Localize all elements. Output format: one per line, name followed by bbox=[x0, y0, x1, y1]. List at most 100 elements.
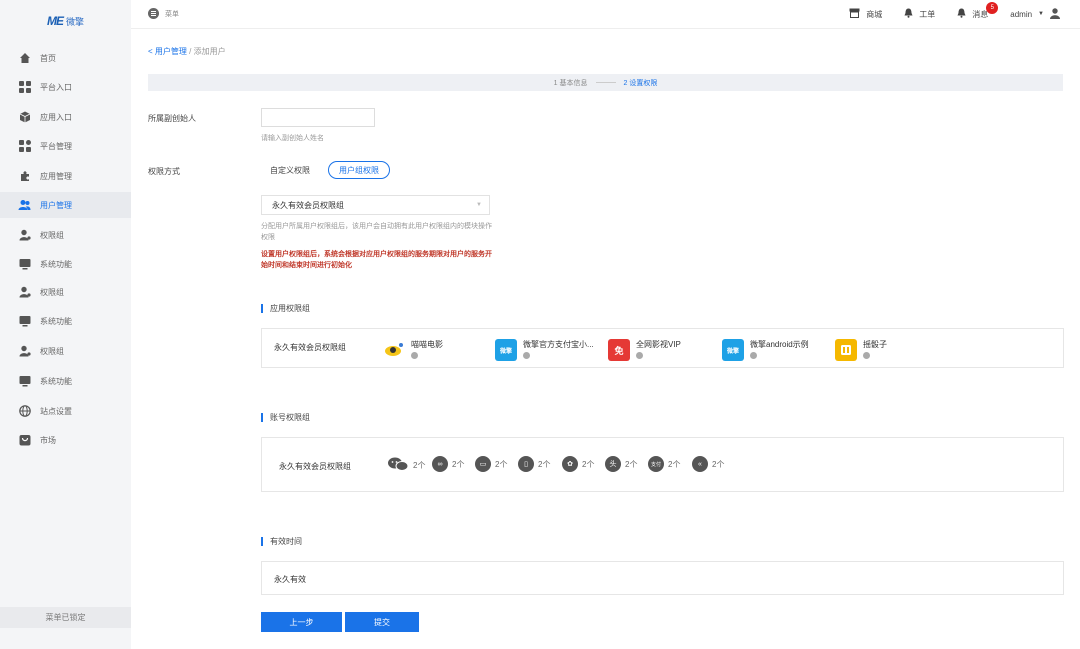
globe-icon bbox=[18, 405, 31, 418]
sidebar-item-label: 系统功能 bbox=[40, 316, 72, 326]
app-item: 微擎 微擎android示例 bbox=[722, 339, 809, 361]
app-icon: ▯ bbox=[518, 456, 534, 472]
sidebar-item-system[interactable]: 系统功能 bbox=[0, 308, 131, 334]
sidebar-item-perm-group[interactable]: 权限组 bbox=[0, 279, 131, 305]
baidu-icon: ✿ bbox=[562, 456, 578, 472]
bell-icon bbox=[957, 8, 966, 20]
account-perm-title: 账号权限组 bbox=[261, 413, 310, 422]
breadcrumb-back[interactable]: < 用户管理 bbox=[148, 47, 187, 56]
chevron-down-icon: ▼ bbox=[1038, 11, 1044, 17]
weiqing-app-icon: 微擎 bbox=[495, 339, 517, 361]
bell-icon bbox=[904, 8, 913, 20]
other-icon: « bbox=[692, 456, 708, 472]
account-count: 2个 bbox=[668, 459, 681, 469]
alipay-icon: 支付 bbox=[648, 456, 664, 472]
perm-mode-label: 权限方式 bbox=[148, 167, 180, 176]
sidebar-item-app-entry[interactable]: 应用入口 bbox=[0, 104, 131, 130]
logo-text: 微擎 bbox=[65, 16, 84, 27]
status-icon bbox=[523, 352, 530, 359]
account-item: ∞ 2个 bbox=[432, 456, 464, 472]
account-count: 2个 bbox=[582, 459, 595, 469]
sidebar-item-label: 站点设置 bbox=[40, 406, 72, 416]
account-item: 支付 2个 bbox=[648, 456, 680, 472]
account-item: ✿ 2个 bbox=[562, 456, 594, 472]
message-count-badge: 5 bbox=[986, 2, 999, 14]
submit-button[interactable]: 提交 bbox=[345, 612, 419, 632]
store-link[interactable]: 商城 bbox=[849, 8, 882, 20]
sidebar-item-label: 用户管理 bbox=[40, 200, 72, 210]
sidebar-item-system[interactable]: 系统功能 bbox=[0, 251, 131, 277]
topbar: 菜单 商城 工单 消息 5 admin ▼ bbox=[131, 0, 1080, 29]
sidebar-item-system[interactable]: 系统功能 bbox=[0, 368, 131, 394]
account-perm-box: 永久有效会员权限组 2个 ∞ 2个 ▭ 2个 ▯ 2个 ✿ 2个 头 2个 支付… bbox=[261, 437, 1064, 492]
status-icon bbox=[750, 352, 757, 359]
perm-group-option[interactable]: 用户组权限 bbox=[328, 161, 390, 179]
users-icon bbox=[18, 199, 31, 212]
sidebar-item-perm-group[interactable]: 权限组 bbox=[0, 222, 131, 248]
sidebar-item-label: 应用管理 bbox=[40, 171, 72, 181]
weiqing-app-icon: 微擎 bbox=[722, 339, 744, 361]
pc-icon: ▭ bbox=[475, 456, 491, 472]
sidebar: ME 微擎 首页 平台入口 应用入口 平台管理 应用管理 用户管理 权限组 系统… bbox=[0, 0, 131, 649]
menu-toggle[interactable]: 菜单 bbox=[148, 7, 179, 21]
account-count: 2个 bbox=[538, 459, 551, 469]
founder-input[interactable] bbox=[261, 108, 375, 127]
main-content: < 用户管理 / 添加用户 1 基本信息 2 设置权限 所属副创始人 请输入副创… bbox=[131, 29, 1080, 649]
account-count: 2个 bbox=[495, 459, 508, 469]
sidebar-item-perm-group[interactable]: 权限组 bbox=[0, 338, 131, 364]
sidebar-item-app-manage[interactable]: 应用管理 bbox=[0, 163, 131, 189]
sidebar-item-platform-entry[interactable]: 平台入口 bbox=[0, 74, 131, 100]
sidebar-item-market[interactable]: 市场 bbox=[0, 427, 131, 453]
account-count: 2个 bbox=[625, 459, 638, 469]
account-item: « 2个 bbox=[692, 456, 724, 472]
account-count: 2个 bbox=[452, 459, 465, 469]
sidebar-item-label: 系统功能 bbox=[40, 259, 72, 269]
sidebar-item-label: 权限组 bbox=[40, 230, 64, 240]
logo-mark: ME bbox=[46, 14, 64, 28]
app-item: 摇骰子 bbox=[835, 339, 887, 361]
user-menu[interactable]: admin ▼ bbox=[1010, 7, 1060, 21]
sidebar-item-site-settings[interactable]: 站点设置 bbox=[0, 398, 131, 424]
group-select[interactable]: 永久有效会员权限组 ▼ bbox=[261, 195, 490, 215]
ticket-link[interactable]: 工单 bbox=[904, 8, 935, 20]
status-icon bbox=[411, 352, 418, 359]
breadcrumb: < 用户管理 / 添加用户 bbox=[148, 46, 226, 57]
app-perm-title: 应用权限组 bbox=[261, 304, 310, 313]
account-item: 头 2个 bbox=[605, 456, 637, 472]
step-connector bbox=[595, 82, 616, 83]
app-perm-row-label: 永久有效会员权限组 bbox=[274, 343, 346, 352]
monitor-icon bbox=[18, 258, 31, 271]
free-vip-app-icon: 免 bbox=[608, 339, 630, 361]
miniprogram-icon: ∞ bbox=[432, 456, 448, 472]
app-name: 全网影视VIP bbox=[636, 340, 681, 349]
app-name: 喵喵电影 bbox=[411, 340, 443, 349]
group-warning: 设置用户权限组后，系统会根据对应用户权限组的服务期限对用户的服务开始时间和结束时… bbox=[261, 251, 492, 269]
logo[interactable]: ME 微擎 bbox=[0, 0, 131, 42]
step-indicator: 1 基本信息 2 设置权限 bbox=[148, 74, 1063, 91]
home-icon bbox=[18, 52, 31, 65]
account-item: ▭ 2个 bbox=[475, 456, 507, 472]
app-item: 微擎 微擎官方支付宝小... bbox=[495, 339, 594, 361]
menu-lock-toggle[interactable]: 菜单已锁定 bbox=[0, 607, 131, 628]
cube-icon bbox=[18, 111, 31, 124]
store-label: 商城 bbox=[866, 9, 883, 19]
menu-icon bbox=[148, 7, 159, 21]
perm-custom-option[interactable]: 自定义权限 bbox=[270, 161, 310, 179]
avatar bbox=[1050, 7, 1060, 21]
messages-link[interactable]: 消息 5 bbox=[957, 2, 999, 20]
sidebar-item-home[interactable]: 首页 bbox=[0, 45, 131, 71]
store-icon bbox=[849, 8, 860, 20]
sidebar-item-label: 市场 bbox=[40, 435, 56, 445]
status-icon bbox=[636, 352, 643, 359]
app-name: 微擎官方支付宝小... bbox=[523, 340, 594, 349]
account-perm-row-label: 永久有效会员权限组 bbox=[279, 462, 351, 471]
user-key-icon bbox=[18, 345, 31, 358]
step-basic-info: 1 基本信息 bbox=[553, 79, 588, 87]
chevron-down-icon: ▼ bbox=[476, 202, 482, 208]
ticket-label: 工单 bbox=[919, 9, 936, 19]
prev-step-button[interactable]: 上一步 bbox=[261, 612, 342, 632]
sidebar-item-user-manage[interactable]: 用户管理 bbox=[0, 192, 131, 218]
app-perm-box: 永久有效会员权限组 喵喵电影 微擎 微擎官方支付宝小... 免 全网影视VIP … bbox=[261, 328, 1064, 368]
sidebar-item-platform-manage[interactable]: 平台管理 bbox=[0, 133, 131, 159]
app-name: 微擎android示例 bbox=[750, 340, 809, 349]
